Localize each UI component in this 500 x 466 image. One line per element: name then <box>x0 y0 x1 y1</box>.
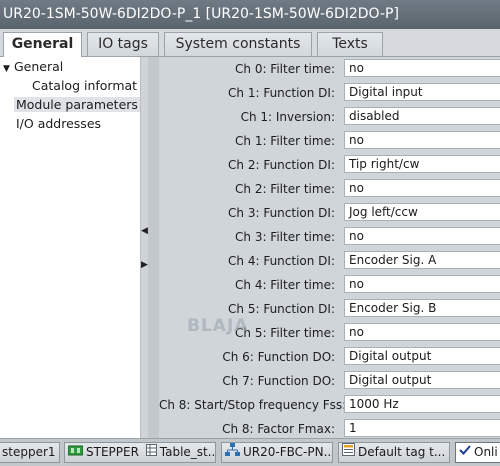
param-row: Ch 4: Filter time: no <box>159 273 500 297</box>
param-label: Ch 7: Function DO: <box>222 374 335 388</box>
param-value-field[interactable]: Jog left/ccw <box>344 203 500 221</box>
param-row: Ch 6: Function DO: Digital output <box>159 345 500 369</box>
tab-strip: General IO tags System constants Texts <box>0 29 500 57</box>
taskbar-item-online[interactable]: Onli <box>455 442 500 463</box>
nav-item-module-parameters[interactable]: Module parameters <box>14 97 140 112</box>
taskbar-item-stepper[interactable]: STEPPER Table_st... <box>64 442 216 463</box>
param-value-field[interactable]: Encoder Sig. B <box>344 299 500 317</box>
taskbar-item-label: STEPPER <box>86 445 139 459</box>
param-value-field[interactable]: no <box>344 59 500 77</box>
editor-taskbar: stepper1 STEPPER Table_st... UR20-FBC-PN… <box>0 438 500 466</box>
param-label: Ch 5: Function DI: <box>228 302 335 316</box>
tab-system-constants-label: System constants <box>175 36 301 52</box>
taskbar-item-ur20-fbc-pn[interactable]: UR20-FBC-PN... <box>221 442 333 463</box>
nav-item-module-parameters-label: Module parameters <box>14 97 140 112</box>
param-label: Ch 3: Function DI: <box>228 206 335 220</box>
taskbar-item-default-tag-table[interactable]: Default tag t... <box>338 442 450 463</box>
nav-item-catalog-information[interactable]: Catalog information <box>32 78 137 93</box>
param-row: Ch 8: Start/Stop frequency Fss: 1000 Hz <box>159 393 500 417</box>
tag-table-icon <box>342 443 355 462</box>
plc-module-icon <box>67 443 84 462</box>
navigation-tree: ▼General Catalog information Module para… <box>0 57 141 438</box>
param-label: Ch 1: Function DI: <box>228 86 335 100</box>
nav-item-io-addresses-label: I/O addresses <box>16 116 102 131</box>
taskbar-item-label: Default tag t... <box>358 445 446 459</box>
expand-right-icon[interactable]: ▶ <box>141 258 148 272</box>
collapse-left-icon[interactable]: ◀ <box>141 224 148 238</box>
network-icon <box>225 443 240 462</box>
param-value-field[interactable]: no <box>344 131 500 149</box>
nav-item-general-label: General <box>14 59 64 74</box>
window-title-bar: UR20-1SM-50W-6DI2DO-P_1 [UR20-1SM-50W-6D… <box>0 0 500 29</box>
param-row: Ch 4: Function DI: Encoder Sig. A <box>159 249 500 273</box>
param-row: Ch 3: Filter time: no <box>159 225 500 249</box>
param-value-field[interactable]: 1 <box>344 419 500 437</box>
param-label: Ch 4: Filter time: <box>235 278 335 292</box>
taskbar-item-label: stepper1 <box>2 445 56 459</box>
check-icon <box>459 443 471 462</box>
tab-general-label: General <box>11 36 74 52</box>
param-label: Ch 0: Filter time: <box>235 62 335 76</box>
taskbar-item-label: Onli <box>474 445 498 459</box>
nav-item-io-addresses[interactable]: I/O addresses <box>16 116 101 131</box>
param-row: Ch 1: Inversion: disabled <box>159 105 500 129</box>
nav-item-catalog-label: Catalog information <box>32 78 137 93</box>
param-row: Ch 1: Filter time: no <box>159 129 500 153</box>
table-icon <box>145 443 157 462</box>
param-row: Ch 2: Function DI: Tip right/cw <box>159 153 500 177</box>
taskbar-item-label: Table_st... <box>159 445 216 459</box>
tab-system-constants[interactable]: System constants <box>164 32 312 56</box>
tab-io-tags[interactable]: IO tags <box>87 32 159 56</box>
param-value-field[interactable]: no <box>344 275 500 293</box>
param-value-field[interactable]: Digital output <box>344 371 500 389</box>
param-value-field[interactable]: Tip right/cw <box>344 155 500 173</box>
nav-item-general[interactable]: ▼ General <box>3 59 63 74</box>
window-title: UR20-1SM-50W-6DI2DO-P_1 [UR20-1SM-50W-6D… <box>3 6 399 22</box>
param-row: Ch 0: Filter time: no <box>159 57 500 81</box>
taskbar-item-label: UR20-FBC-PN... <box>243 445 333 459</box>
param-label: Ch 6: Function DO: <box>222 350 335 364</box>
scroll-gutter <box>148 57 159 438</box>
param-row: Ch 5: Filter time: no <box>159 321 500 345</box>
param-label: Ch 4: Function DI: <box>228 254 335 268</box>
param-value-field[interactable]: no <box>344 179 500 197</box>
param-row: Ch 5: Function DI: Encoder Sig. B <box>159 297 500 321</box>
tab-texts[interactable]: Texts <box>317 32 383 56</box>
tab-general[interactable]: General <box>3 32 82 57</box>
param-label: Ch 2: Filter time: <box>235 182 335 196</box>
tab-io-tags-label: IO tags <box>98 36 148 52</box>
param-row: Ch 3: Function DI: Jog left/ccw <box>159 201 500 225</box>
param-label: Ch 1: Inversion: <box>240 110 335 124</box>
param-value-field[interactable]: no <box>344 323 500 341</box>
param-value-field[interactable]: Digital output <box>344 347 500 365</box>
param-row: Ch 2: Filter time: no <box>159 177 500 201</box>
param-value-field[interactable]: Encoder Sig. A <box>344 251 500 269</box>
collapse-arrow-icon[interactable]: ▼ <box>3 64 14 74</box>
param-value-field[interactable]: disabled <box>344 107 500 125</box>
param-row: Ch 1: Function DI: Digital input <box>159 81 500 105</box>
param-label: Ch 5: Filter time: <box>235 326 335 340</box>
module-parameters-panel: Ch 0: Filter time: no Ch 1: Function DI:… <box>159 57 500 438</box>
param-label: Ch 8: Start/Stop frequency Fss: <box>159 398 347 412</box>
param-value-field[interactable]: Digital input <box>344 83 500 101</box>
tab-texts-label: Texts <box>332 36 368 52</box>
param-label: Ch 1: Filter time: <box>235 134 335 148</box>
param-label: Ch 2: Function DI: <box>228 158 335 172</box>
param-row: Ch 7: Function DO: Digital output <box>159 369 500 393</box>
param-value-field[interactable]: 1000 Hz <box>344 395 500 413</box>
param-value-field[interactable]: no <box>344 227 500 245</box>
taskbar-item-stepper1[interactable]: stepper1 <box>0 442 60 463</box>
param-label: Ch 3: Filter time: <box>235 230 335 244</box>
